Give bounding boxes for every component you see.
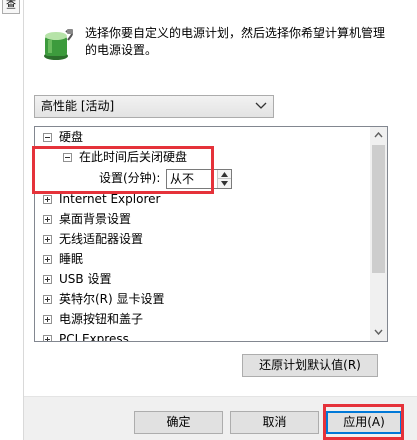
- arrow-up-icon: [221, 172, 228, 177]
- spinner-down-button[interactable]: [218, 179, 231, 188]
- instruction-text: 选择你要自定义的电源计划，然后选择你希望计算机管理 的电源设置。: [85, 25, 405, 59]
- dialog-footer: 确定 取消 应用(A): [24, 396, 417, 440]
- tree-item-sleep[interactable]: 睡眠: [35, 249, 371, 269]
- spinner-up-button[interactable]: [218, 170, 231, 179]
- cancel-button[interactable]: 取消: [230, 411, 319, 434]
- spinner-buttons: [217, 170, 231, 188]
- chevron-up-icon: [374, 132, 383, 138]
- expand-icon[interactable]: [43, 295, 52, 304]
- tree-item-intel-graphics[interactable]: 英特尔(R) 显卡设置: [35, 289, 371, 309]
- expand-icon[interactable]: [43, 235, 52, 244]
- chevron-down-icon: [374, 329, 383, 335]
- tree-scrollbar[interactable]: [370, 127, 387, 341]
- restore-defaults-button[interactable]: 还原计划默认值(R): [242, 354, 378, 377]
- expand-icon[interactable]: [43, 195, 52, 204]
- minutes-value[interactable]: 从不: [170, 170, 194, 188]
- settings-tree[interactable]: 硬盘 在此时间后关闭硬盘 设置(分钟): 从不 Internet Explore…: [34, 126, 388, 342]
- scroll-up-button[interactable]: [370, 127, 387, 144]
- setting-minutes-label: 设置(分钟):: [99, 171, 161, 185]
- power-options-advanced-settings: 选择你要自定义的电源计划，然后选择你希望计算机管理 的电源设置。 高性能 [活动…: [24, 0, 417, 396]
- power-plan-selected: 高性能 [活动]: [41, 99, 115, 113]
- arrow-down-icon: [221, 181, 228, 186]
- tree-item-wireless-adapter[interactable]: 无线适配器设置: [35, 229, 371, 249]
- chevron-down-icon: [255, 102, 267, 109]
- expand-icon[interactable]: [43, 255, 52, 264]
- background-window-tab[interactable]: 查: [2, 0, 20, 14]
- scroll-thumb[interactable]: [372, 145, 385, 273]
- tree-item-pci-express[interactable]: PCI Express: [35, 329, 371, 341]
- apply-button[interactable]: 应用(A): [326, 411, 402, 434]
- instruction-line-1: 选择你要自定义的电源计划，然后选择你希望计算机管理: [85, 26, 386, 40]
- expand-icon[interactable]: [43, 315, 52, 324]
- tree-item-power-buttons-lid[interactable]: 电源按钮和盖子: [35, 309, 371, 329]
- minutes-spinner[interactable]: 从不: [166, 169, 232, 189]
- collapse-icon[interactable]: [43, 133, 52, 142]
- tree-item-desktop-background[interactable]: 桌面背景设置: [35, 209, 371, 229]
- tree-item-hard-disk[interactable]: 硬盘: [35, 127, 371, 147]
- expand-icon[interactable]: [43, 215, 52, 224]
- power-plan-battery-icon: [44, 29, 74, 60]
- power-plan-dropdown[interactable]: 高性能 [活动]: [34, 95, 274, 118]
- tree-item-internet-explorer[interactable]: Internet Explorer: [35, 189, 371, 209]
- collapse-icon[interactable]: [63, 153, 72, 162]
- instruction-line-2: 的电源设置。: [85, 43, 158, 57]
- expand-icon[interactable]: [43, 275, 52, 284]
- expand-icon[interactable]: [43, 335, 52, 341]
- ok-button[interactable]: 确定: [134, 411, 223, 434]
- background-window-strip: 查: [0, 0, 24, 440]
- scroll-down-button[interactable]: [370, 324, 387, 341]
- tree-item-turn-off-disk-after[interactable]: 在此时间后关闭硬盘: [35, 147, 371, 167]
- tree-item-usb-settings[interactable]: USB 设置: [35, 269, 371, 289]
